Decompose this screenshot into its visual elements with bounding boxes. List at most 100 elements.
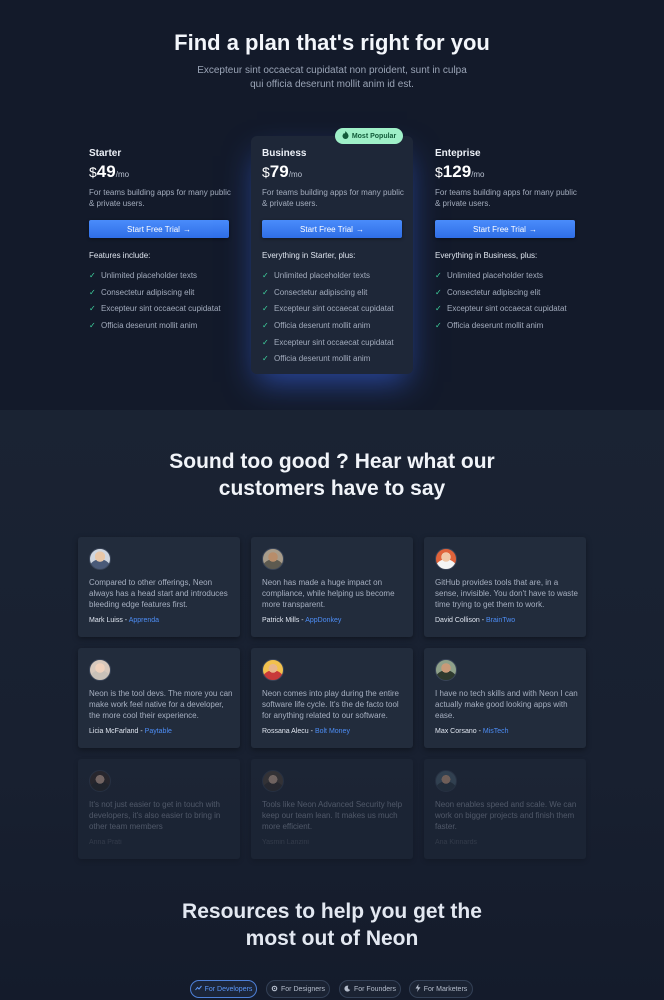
avatar (435, 770, 457, 792)
testimonial-card: Neon enables speed and scale. We can wor… (424, 759, 586, 859)
testimonial-card: Neon comes into play during the entire s… (251, 648, 413, 748)
plan-price: $129/mo (435, 162, 485, 181)
testimonial-card: Neon is the tool devs. The more you can … (78, 648, 240, 748)
tab-for-founders[interactable]: For Founders (339, 980, 401, 998)
feature-item: ✓ Excepteur sint occaecat cupidatat (262, 337, 394, 347)
plan-description: For teams building apps for many public … (89, 188, 231, 208)
features-heading: Everything in Business, plus: (435, 251, 538, 260)
testimonial-quote: Neon has made a huge impact on complianc… (262, 578, 395, 609)
plan-description: For teams building apps for many public … (435, 188, 577, 208)
testimonial-card: Neon has made a huge impact on complianc… (251, 537, 413, 637)
avatar (435, 548, 457, 570)
avatar (262, 770, 284, 792)
testimonial-card: GitHub provides tools that are, in a sen… (424, 537, 586, 637)
start-trial-button[interactable]: Start Free Trial → (262, 220, 402, 238)
avatar (262, 548, 284, 570)
feature-item: ✓ Consectetur adipiscing elit (262, 287, 368, 297)
feature-item: ✓ Officia deserunt mollit anim (89, 320, 198, 330)
arrow-right-icon: → (182, 224, 191, 234)
plan-price: $49/mo (89, 162, 130, 181)
features-heading: Features include: (89, 251, 151, 260)
feature-item: ✓ Unlimited placeholder texts (89, 270, 198, 280)
testimonial-author: David Collison - BrainTwo (435, 617, 516, 624)
check-icon: ✓ (435, 304, 442, 314)
feature-item: ✓ Excepteur sint occaecat cupidatat (89, 304, 221, 314)
gear-icon (271, 985, 278, 994)
feature-item: ✓ Officia deserunt mollit anim (262, 354, 371, 364)
testimonial-quote: Neon is the tool devs. The more you can … (89, 689, 233, 720)
feature-list: ✓ Unlimited placeholder texts ✓ Consectetu… (435, 267, 567, 334)
feature-list: ✓ Unlimited placeholder texts ✓ Consectetu… (89, 267, 221, 334)
trend-icon (194, 985, 202, 993)
feature-item: ✓ Consectetur adipiscing elit (435, 287, 541, 297)
feature-item: ✓ Officia deserunt mollit anim (262, 320, 371, 330)
plan-card-starter: Starter $49/mo For teams building apps f… (78, 136, 240, 374)
check-icon: ✓ (89, 320, 96, 330)
testimonials-title: Sound too good ? Hear what our customers … (169, 450, 495, 500)
page-subtitle: Excepteur sint occaecat cupidatat non pr… (197, 65, 467, 90)
tab-for-designers[interactable]: For Designers (266, 980, 330, 998)
testimonial-author: Patrick Mills - AppDonkey (262, 617, 342, 624)
plan-card-business: Business $79/mo For teams building apps … (251, 136, 413, 374)
page-title: Find a plan that's right for you (174, 30, 490, 55)
check-icon: ✓ (262, 320, 269, 330)
testimonial-author: Mark Luiss - Apprenda (89, 617, 160, 624)
start-trial-button[interactable]: Start Free Trial → (435, 220, 575, 238)
check-icon: ✓ (262, 337, 269, 347)
testimonial-author: Anna Prati (89, 839, 122, 846)
feature-list: ✓ Unlimited placeholder texts ✓ Consectetu… (262, 267, 394, 367)
testimonial-quote: Compared to other offerings, Neon always… (89, 578, 228, 609)
arrow-right-icon: → (528, 224, 537, 234)
feature-item: ✓ Consectetur adipiscing elit (89, 287, 195, 297)
resource-tabs: For Developers For Designers For Founder… (0, 980, 664, 998)
start-trial-button[interactable]: Start Free Trial → (89, 220, 229, 238)
testimonial-author: Ana Kinnards (435, 839, 478, 846)
avatar (89, 659, 111, 681)
testimonial-quote: I have no tech skills and with Neon I ca… (435, 689, 578, 720)
arrow-right-icon: → (355, 224, 364, 234)
check-icon: ✓ (262, 304, 269, 314)
testimonial-card: I have no tech skills and with Neon I ca… (424, 648, 586, 748)
avatar (435, 659, 457, 681)
plan-card-enterprise: Enteprise $129/mo For teams building app… (424, 136, 586, 374)
pricing-section: Find a plan that's right for you Excepte… (0, 0, 664, 410)
testimonial-quote: It's not just easier to get in touch wit… (89, 800, 221, 831)
avatar (89, 548, 111, 570)
check-icon: ✓ (262, 354, 269, 364)
check-icon: ✓ (435, 320, 442, 330)
feature-item: ✓ Unlimited placeholder texts (435, 270, 544, 280)
tab-for-developers[interactable]: For Developers (190, 980, 257, 998)
feature-item: ✓ Excepteur sint occaecat cupidatat (262, 304, 394, 314)
check-icon: ✓ (262, 287, 269, 297)
testimonial-quote: Tools like Neon Advanced Security help k… (262, 800, 403, 831)
feature-item: ✓ Officia deserunt mollit anim (435, 320, 544, 330)
bolt-icon (415, 984, 421, 994)
tab-for-marketers[interactable]: For Marketers (409, 980, 473, 998)
testimonial-author: Licia McFarland - Paytable (89, 728, 172, 735)
moon-icon (344, 985, 351, 994)
testimonial-card: It's not just easier to get in touch wit… (78, 759, 240, 859)
plan-name: Business (262, 148, 307, 159)
testimonial-author: Rossana Alecu - Bolt Money (262, 728, 350, 735)
testimonial-card: Compared to other offerings, Neon always… (78, 537, 240, 637)
feature-item: ✓ Excepteur sint occaecat cupidatat (435, 304, 567, 314)
plan-name: Enteprise (435, 148, 481, 159)
testimonial-quote: GitHub provides tools that are, in a sen… (435, 578, 578, 609)
testimonial-quote: Neon comes into play during the entire s… (262, 689, 399, 720)
features-heading: Everything in Starter, plus: (262, 251, 356, 260)
check-icon: ✓ (435, 287, 442, 297)
avatar (89, 770, 111, 792)
check-icon: ✓ (89, 287, 96, 297)
most-popular-badge: Most Popular (335, 128, 403, 144)
plan-description: For teams building apps for many public … (262, 188, 404, 208)
feature-item: ✓ Unlimited placeholder texts (262, 270, 371, 280)
flame-icon (342, 131, 349, 141)
check-icon: ✓ (435, 270, 442, 280)
avatar (262, 659, 284, 681)
testimonial-author: Max Corsano - MisTech (435, 728, 509, 735)
testimonial-card: Tools like Neon Advanced Security help k… (251, 759, 413, 859)
check-icon: ✓ (89, 304, 96, 314)
testimonial-quote: Neon enables speed and scale. We can wor… (435, 800, 577, 831)
plan-price: $79/mo (262, 162, 303, 181)
testimonial-author: Yasmin Lanzini (262, 839, 309, 846)
